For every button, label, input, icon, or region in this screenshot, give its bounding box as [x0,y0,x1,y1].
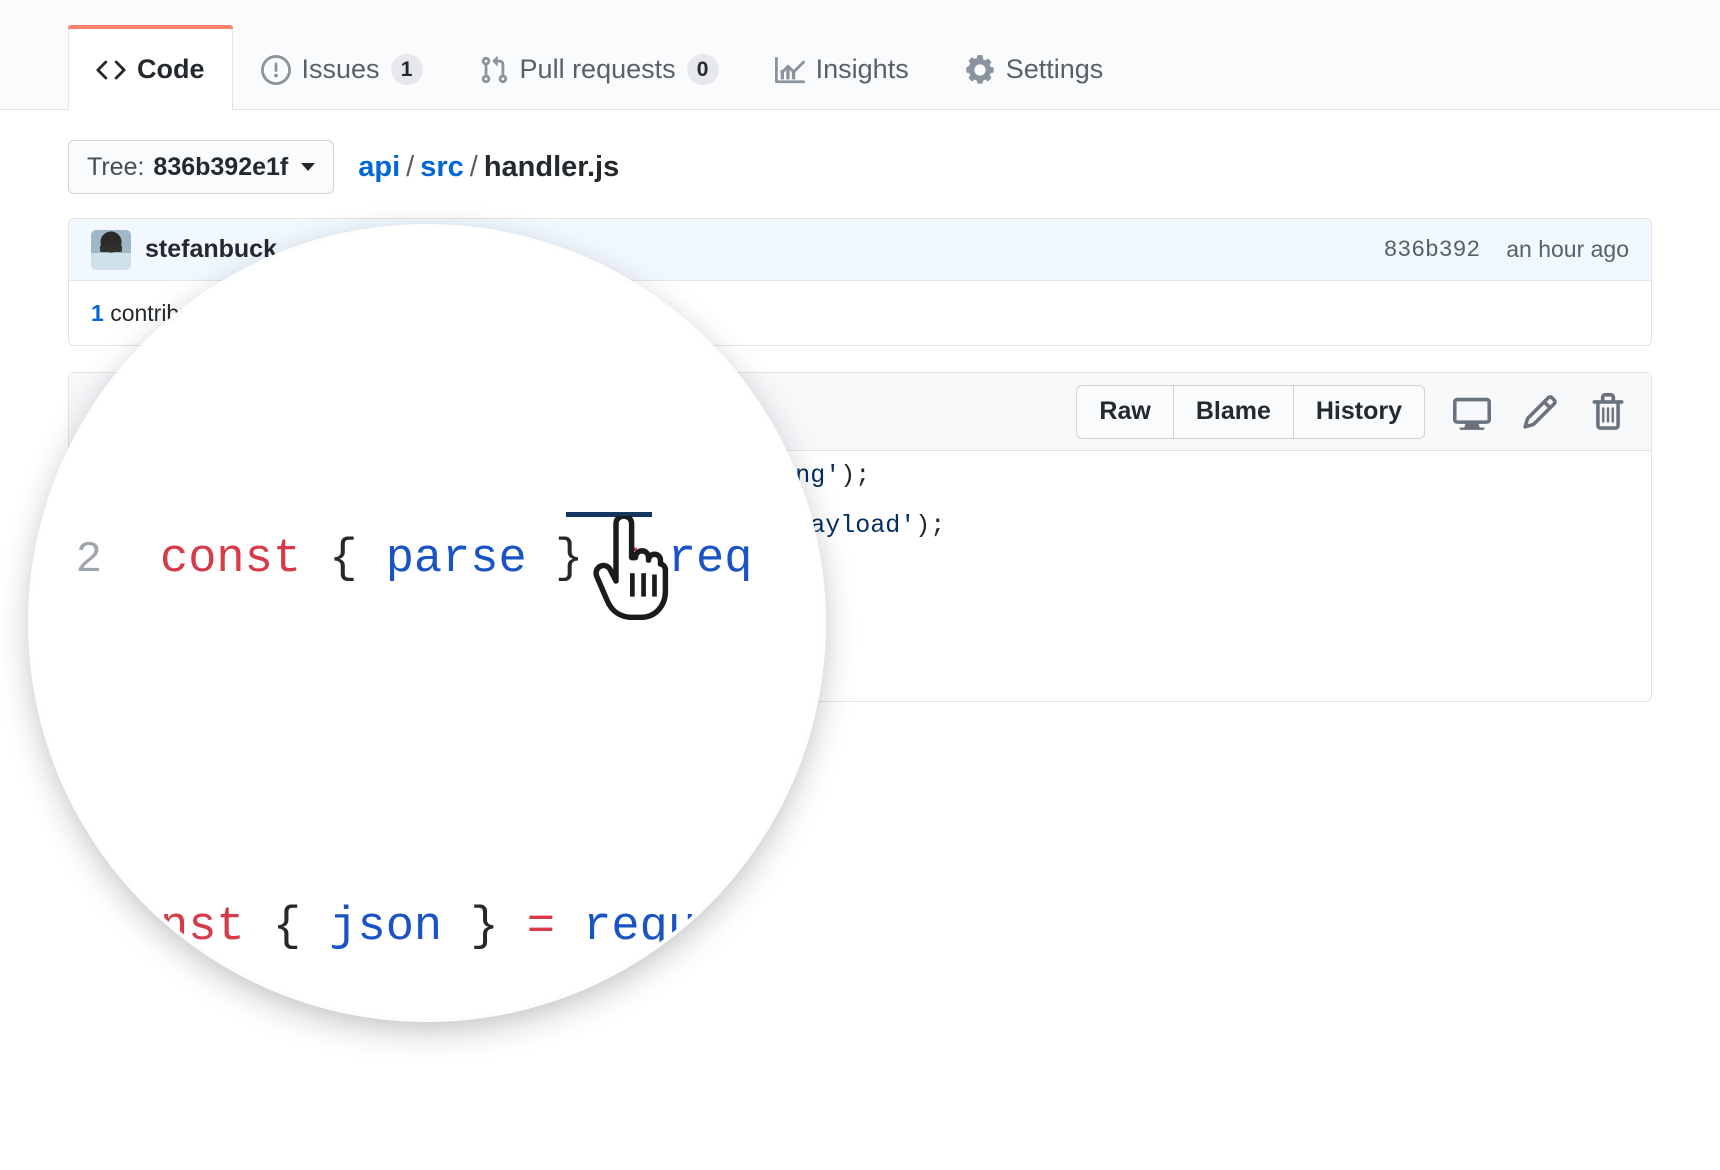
history-button[interactable]: History [1293,384,1425,439]
breadcrumb-filename: handler.js [483,150,620,183]
tab-settings-label: Settings [1005,54,1104,84]
breadcrumb-link-api[interactable]: api [358,151,400,183]
tab-issues-counter: 1 [390,53,423,86]
magnifier-content: 2 const { parse } = req 3 nst { json } =… [32,228,822,1018]
breadcrumb-separator-2: / [469,150,478,183]
tab-pull-requests[interactable]: Pull requests 0 [451,28,747,110]
gear-icon [965,54,995,85]
line-marker [114,514,154,606]
issue-opened-icon [260,54,291,85]
tree-branch-button[interactable]: Tree: 836b392e1f [68,140,335,194]
blob-button-group: Raw Blame History [1076,384,1425,439]
tab-pull-requests-counter: 0 [686,53,719,86]
git-pull-request-icon [479,55,509,85]
graph-icon [774,55,805,85]
breadcrumb-separator-1: / [406,150,415,183]
line-number: 3 [75,903,102,953]
tab-settings[interactable]: Settings [937,28,1132,110]
blame-button[interactable]: Blame [1173,384,1294,439]
hovered-link-underline [566,512,652,517]
line-text: nst { json } = require( [160,901,809,954]
magnifier-lens: 2 const { parse } = req 3 nst { json } =… [32,228,822,1018]
commit-sha[interactable]: 836b392 [1384,237,1481,263]
commit-time: an hour ago [1506,236,1629,262]
breadcrumb-link-src[interactable]: src [420,151,464,183]
raw-button[interactable]: Raw [1076,384,1174,439]
magnified-code-line: 2 const { parse } = req [56,514,822,606]
tree-button-prefix: Tree: [87,152,145,181]
pencil-icon[interactable] [1519,391,1561,433]
tab-pull-requests-label: Pull requests [519,54,676,84]
file-header: Tree: 836b392e1f api / src / handler.js [0,110,1720,194]
commit-meta: 836b392 an hour ago [1384,236,1629,263]
breadcrumb: api / src / handler.js [358,151,619,184]
blob-actions: Raw Blame History [1076,384,1629,439]
line-number: 2 [75,535,102,585]
tree-button-sha: 836b392e1f [153,152,289,181]
code-icon [96,55,126,85]
repo-nav-tabs: Code Issues 1 Pull requests 0 Insights S… [68,0,1132,111]
line-marker [114,882,154,974]
magnified-code-line: 3 nst { json } = require( [56,882,822,974]
desktop-download-icon[interactable] [1451,391,1493,433]
tab-code[interactable]: Code [68,25,233,111]
tab-issues[interactable]: Issues 1 [233,28,451,110]
tab-code-label: Code [137,54,205,84]
repo-nav: Code Issues 1 Pull requests 0 Insights S… [0,0,1720,111]
tab-insights-label: Insights [815,54,909,84]
line-text: const { parse } = req [160,533,753,586]
trash-icon[interactable] [1587,391,1629,433]
tab-insights[interactable]: Insights [747,28,937,110]
tab-issues-label: Issues [301,54,380,84]
chevron-down-icon [301,163,316,171]
